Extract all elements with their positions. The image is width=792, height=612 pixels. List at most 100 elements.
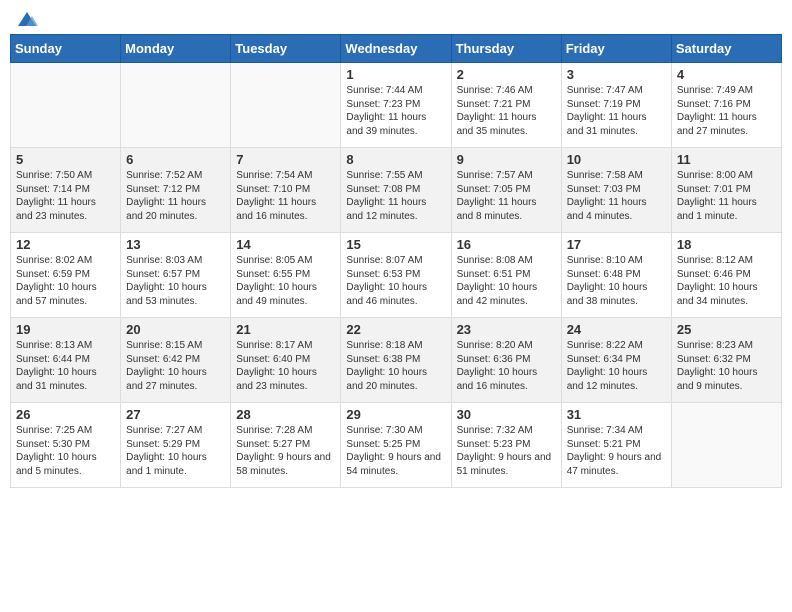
calendar-day-cell: 6 Sunrise: 7:52 AM Sunset: 7:12 PM Daylig… (121, 148, 231, 233)
day-number: 20 (126, 322, 225, 337)
day-info: Sunrise: 8:18 AM Sunset: 6:38 PM Dayligh… (346, 339, 445, 393)
calendar-day-cell: 28 Sunrise: 7:28 AM Sunset: 5:27 PM Dayli… (231, 403, 341, 488)
day-number: 14 (236, 237, 335, 252)
calendar-day-cell (121, 63, 231, 148)
day-number: 25 (677, 322, 776, 337)
weekday-header: Tuesday (231, 35, 341, 63)
calendar-day-cell (11, 63, 121, 148)
calendar-day-cell: 8 Sunrise: 7:55 AM Sunset: 7:08 PM Daylig… (341, 148, 451, 233)
page-header (10, 10, 782, 26)
day-info: Sunrise: 7:52 AM Sunset: 7:12 PM Dayligh… (126, 169, 225, 223)
day-info: Sunrise: 8:22 AM Sunset: 6:34 PM Dayligh… (567, 339, 666, 393)
day-number: 4 (677, 67, 776, 82)
day-number: 26 (16, 407, 115, 422)
day-info: Sunrise: 8:17 AM Sunset: 6:40 PM Dayligh… (236, 339, 335, 393)
day-number: 6 (126, 152, 225, 167)
day-info: Sunrise: 8:05 AM Sunset: 6:55 PM Dayligh… (236, 254, 335, 308)
calendar-day-cell: 3Sunrise: 7:47 AM Sunset: 7:19 PM Daylig… (561, 63, 671, 148)
day-number: 24 (567, 322, 666, 337)
day-info: Sunrise: 7:49 AM Sunset: 7:16 PM Dayligh… (677, 84, 776, 138)
weekday-header: Saturday (671, 35, 781, 63)
calendar-day-cell: 16 Sunrise: 8:08 AM Sunset: 6:51 PM Dayli… (451, 233, 561, 318)
calendar-day-cell: 10Sunrise: 7:58 AM Sunset: 7:03 PM Dayli… (561, 148, 671, 233)
day-number: 3 (567, 67, 666, 82)
day-info: Sunrise: 8:10 AM Sunset: 6:48 PM Dayligh… (567, 254, 666, 308)
calendar-week-row: 12Sunrise: 8:02 AM Sunset: 6:59 PM Dayli… (11, 233, 782, 318)
day-number: 22 (346, 322, 445, 337)
calendar-day-cell (671, 403, 781, 488)
calendar-day-cell: 31 Sunrise: 7:34 AM Sunset: 5:21 PM Dayli… (561, 403, 671, 488)
day-info: Sunrise: 7:27 AM Sunset: 5:29 PM Dayligh… (126, 424, 225, 478)
calendar-day-cell: 15 Sunrise: 8:07 AM Sunset: 6:53 PM Dayli… (341, 233, 451, 318)
day-number: 5 (16, 152, 115, 167)
calendar-day-cell: 24 Sunrise: 8:22 AM Sunset: 6:34 PM Dayli… (561, 318, 671, 403)
day-number: 12 (16, 237, 115, 252)
day-number: 13 (126, 237, 225, 252)
calendar-week-row: 1 Sunrise: 7:44 AM Sunset: 7:23 PM Daylig… (11, 63, 782, 148)
day-number: 2 (457, 67, 556, 82)
day-number: 23 (457, 322, 556, 337)
day-info: Sunrise: 7:54 AM Sunset: 7:10 PM Dayligh… (236, 169, 335, 223)
calendar-day-cell: 5 Sunrise: 7:50 AM Sunset: 7:14 PM Daylig… (11, 148, 121, 233)
day-number: 27 (126, 407, 225, 422)
logo (14, 10, 38, 26)
day-number: 15 (346, 237, 445, 252)
day-number: 9 (457, 152, 556, 167)
day-info: Sunrise: 7:50 AM Sunset: 7:14 PM Dayligh… (16, 169, 115, 223)
calendar-day-cell: 21 Sunrise: 8:17 AM Sunset: 6:40 PM Dayli… (231, 318, 341, 403)
day-info: Sunrise: 7:28 AM Sunset: 5:27 PM Dayligh… (236, 424, 335, 478)
weekday-header: Monday (121, 35, 231, 63)
day-info: Sunrise: 7:46 AM Sunset: 7:21 PM Dayligh… (457, 84, 556, 138)
day-number: 31 (567, 407, 666, 422)
day-number: 11 (677, 152, 776, 167)
day-info: Sunrise: 7:55 AM Sunset: 7:08 PM Dayligh… (346, 169, 445, 223)
calendar-day-cell: 17 Sunrise: 8:10 AM Sunset: 6:48 PM Dayli… (561, 233, 671, 318)
calendar-day-cell: 25 Sunrise: 8:23 AM Sunset: 6:32 PM Dayli… (671, 318, 781, 403)
calendar-day-cell: 1 Sunrise: 7:44 AM Sunset: 7:23 PM Daylig… (341, 63, 451, 148)
calendar-week-row: 5 Sunrise: 7:50 AM Sunset: 7:14 PM Daylig… (11, 148, 782, 233)
logo-icon (16, 8, 38, 30)
calendar-day-cell: 19Sunrise: 8:13 AM Sunset: 6:44 PM Dayli… (11, 318, 121, 403)
calendar-day-cell (231, 63, 341, 148)
weekday-header-row: SundayMondayTuesdayWednesdayThursdayFrid… (11, 35, 782, 63)
calendar-day-cell: 29Sunrise: 7:30 AM Sunset: 5:25 PM Dayli… (341, 403, 451, 488)
day-info: Sunrise: 8:20 AM Sunset: 6:36 PM Dayligh… (457, 339, 556, 393)
day-info: Sunrise: 7:30 AM Sunset: 5:25 PM Dayligh… (346, 424, 445, 478)
day-info: Sunrise: 8:03 AM Sunset: 6:57 PM Dayligh… (126, 254, 225, 308)
day-info: Sunrise: 7:44 AM Sunset: 7:23 PM Dayligh… (346, 84, 445, 138)
calendar-day-cell: 9 Sunrise: 7:57 AM Sunset: 7:05 PM Daylig… (451, 148, 561, 233)
weekday-header: Sunday (11, 35, 121, 63)
day-number: 1 (346, 67, 445, 82)
day-number: 7 (236, 152, 335, 167)
day-number: 17 (567, 237, 666, 252)
day-info: Sunrise: 8:08 AM Sunset: 6:51 PM Dayligh… (457, 254, 556, 308)
calendar-day-cell: 27 Sunrise: 7:27 AM Sunset: 5:29 PM Dayli… (121, 403, 231, 488)
day-info: Sunrise: 8:13 AM Sunset: 6:44 PM Dayligh… (16, 339, 115, 393)
day-info: Sunrise: 8:12 AM Sunset: 6:46 PM Dayligh… (677, 254, 776, 308)
calendar-week-row: 26Sunrise: 7:25 AM Sunset: 5:30 PM Dayli… (11, 403, 782, 488)
day-info: Sunrise: 8:23 AM Sunset: 6:32 PM Dayligh… (677, 339, 776, 393)
day-number: 30 (457, 407, 556, 422)
calendar-day-cell: 23 Sunrise: 8:20 AM Sunset: 6:36 PM Dayli… (451, 318, 561, 403)
day-number: 16 (457, 237, 556, 252)
calendar-day-cell: 22 Sunrise: 8:18 AM Sunset: 6:38 PM Dayli… (341, 318, 451, 403)
calendar-week-row: 19Sunrise: 8:13 AM Sunset: 6:44 PM Dayli… (11, 318, 782, 403)
calendar-day-cell: 18Sunrise: 8:12 AM Sunset: 6:46 PM Dayli… (671, 233, 781, 318)
calendar-day-cell: 14 Sunrise: 8:05 AM Sunset: 6:55 PM Dayli… (231, 233, 341, 318)
day-info: Sunrise: 7:57 AM Sunset: 7:05 PM Dayligh… (457, 169, 556, 223)
day-number: 8 (346, 152, 445, 167)
day-info: Sunrise: 7:34 AM Sunset: 5:21 PM Dayligh… (567, 424, 666, 478)
weekday-header: Friday (561, 35, 671, 63)
calendar-day-cell: 30Sunrise: 7:32 AM Sunset: 5:23 PM Dayli… (451, 403, 561, 488)
calendar-day-cell: 20 Sunrise: 8:15 AM Sunset: 6:42 PM Dayli… (121, 318, 231, 403)
day-info: Sunrise: 8:07 AM Sunset: 6:53 PM Dayligh… (346, 254, 445, 308)
weekday-header: Thursday (451, 35, 561, 63)
calendar-day-cell: 26Sunrise: 7:25 AM Sunset: 5:30 PM Dayli… (11, 403, 121, 488)
calendar-table: SundayMondayTuesdayWednesdayThursdayFrid… (10, 34, 782, 488)
calendar-day-cell: 12Sunrise: 8:02 AM Sunset: 6:59 PM Dayli… (11, 233, 121, 318)
calendar-day-cell: 11Sunrise: 8:00 AM Sunset: 7:01 PM Dayli… (671, 148, 781, 233)
day-number: 10 (567, 152, 666, 167)
day-info: Sunrise: 8:15 AM Sunset: 6:42 PM Dayligh… (126, 339, 225, 393)
day-number: 21 (236, 322, 335, 337)
day-number: 28 (236, 407, 335, 422)
